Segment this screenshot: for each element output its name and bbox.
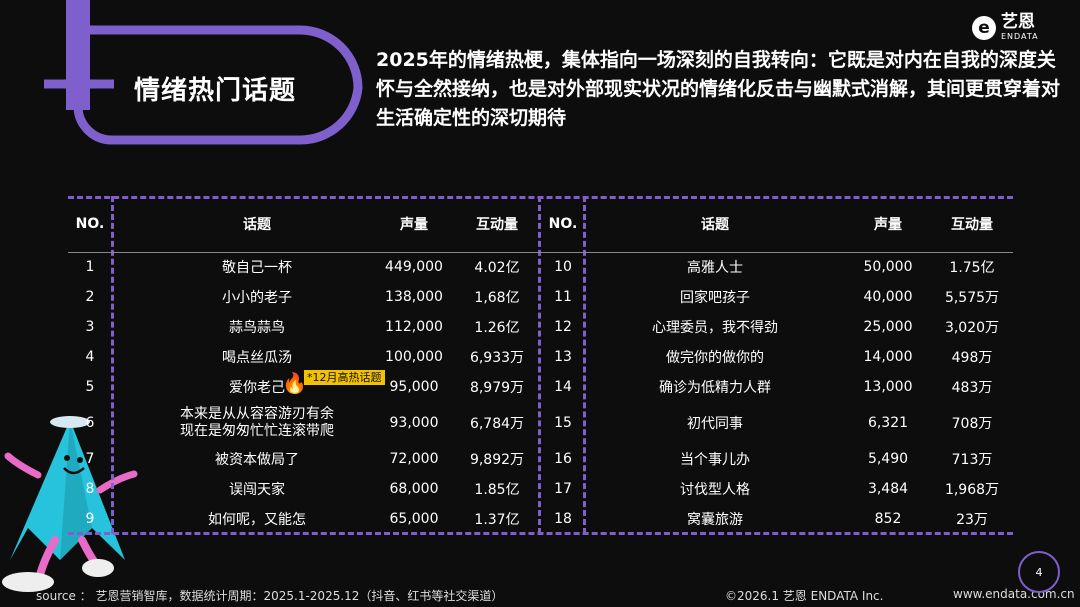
right-hdr-interact: 互动量 — [951, 217, 993, 233]
right-row-16-interact: 713万 — [951, 452, 993, 468]
right-hdr-volume: 声量 — [874, 217, 902, 233]
right-row-13-topic: 做完你的做你的 — [666, 350, 764, 366]
left-row-1-no: 1 — [85, 259, 95, 275]
right-row-10-no: 10 — [554, 259, 572, 275]
right-row-12-volume: 25,000 — [863, 319, 913, 335]
left-row-6-volume: 93,000 — [389, 415, 439, 431]
hot-topics-table: NO. 话题 声量 互动量 NO. 话题 声量 互动量 1 敬自己一杯 449,000 4.02亿 2 小… — [0, 196, 1080, 536]
left-row-8-interact: 1.85亿 — [474, 482, 520, 498]
left-row-5-interact: 8,979万 — [469, 380, 525, 396]
right-row-17-interact: 1,968万 — [944, 482, 1000, 498]
right-row-13-volume: 14,000 — [863, 349, 913, 365]
fire-icon: 🔥 — [282, 371, 307, 395]
right-row-14-no: 14 — [554, 379, 572, 395]
left-row-8-volume: 68,000 — [389, 481, 439, 497]
right-row-10-volume: 50,000 — [863, 259, 913, 275]
right-row-18-no: 18 — [554, 511, 572, 527]
right-row-14-interact: 483万 — [951, 380, 993, 396]
left-row-7-no: 7 — [85, 451, 95, 467]
right-row-15-no: 15 — [554, 415, 572, 431]
left-hdr-no: NO. — [75, 216, 105, 232]
left-row-2-no: 2 — [85, 289, 95, 305]
left-row-9-volume: 65,000 — [389, 511, 439, 527]
footer-url: www.endata.com.cn — [953, 587, 1075, 601]
right-row-13-interact: 498万 — [951, 350, 993, 366]
topic-line-2: 现在是匆匆忙忙连滚带爬 — [180, 423, 334, 439]
logo-en-text: ENDATA — [1001, 32, 1039, 41]
left-row-2-volume: 138,000 — [385, 289, 443, 305]
right-row-13-no: 13 — [554, 349, 572, 365]
title-frame-bar — [66, 0, 90, 110]
left-row-7-topic: 被资本做局了 — [215, 452, 299, 468]
left-row-2-interact: 1,68亿 — [474, 290, 520, 306]
hot-tag-label: *12月高热话题 — [304, 370, 385, 385]
logo-cn-text: 艺恩 — [1001, 12, 1035, 32]
right-row-14-topic: 确诊为低精力人群 — [659, 380, 771, 396]
right-row-15-interact: 708万 — [951, 416, 993, 432]
right-hdr-no: NO. — [548, 216, 578, 232]
left-row-3-volume: 112,000 — [385, 319, 443, 335]
right-row-18-topic: 窝囊旅游 — [687, 512, 743, 528]
left-hdr-interact: 互动量 — [476, 217, 518, 233]
left-row-6-interact: 6,784万 — [469, 416, 525, 432]
left-hdr-topic: 话题 — [243, 217, 271, 233]
right-row-15-topic: 初代同事 — [687, 416, 743, 432]
left-row-1-topic: 敬自己一杯 — [222, 260, 292, 276]
right-row-10-topic: 高雅人士 — [687, 260, 743, 276]
right-row-14-volume: 13,000 — [863, 379, 913, 395]
left-row-9-topic: 如何呢，又能怎 — [208, 512, 306, 528]
right-row-17-topic: 讨伐型人格 — [680, 482, 750, 498]
left-row-3-topic: 蒜鸟蒜鸟 — [229, 320, 285, 336]
brand-logo: e 艺恩 ENDATA — [972, 14, 1039, 41]
right-row-18-interact: 23万 — [956, 512, 988, 528]
right-row-16-topic: 当个事儿办 — [680, 452, 750, 468]
right-row-18-volume: 852 — [874, 511, 902, 527]
footer-copyright: ©2026.1 艺恩 ENDATA Inc. — [725, 589, 884, 603]
left-row-9-no: 9 — [85, 511, 95, 527]
hot-tag: *12月高热话题 — [304, 366, 385, 385]
left-row-4-interact: 6,933万 — [469, 350, 525, 366]
left-row-4-no: 4 — [85, 349, 95, 365]
section-title: 情绪热门话题 — [134, 76, 297, 106]
right-row-11-interact: 5,575万 — [944, 290, 1000, 306]
left-row-8-no: 8 — [85, 481, 95, 497]
right-row-17-volume: 3,484 — [867, 481, 909, 497]
left-row-2-topic: 小小的老子 — [222, 290, 292, 306]
left-row-6-topic: 本来是从从容容游刃有余 现在是匆匆忙忙连滚带爬 — [112, 402, 402, 444]
right-row-16-no: 16 — [554, 451, 572, 467]
right-row-12-interact: 3,020万 — [944, 320, 1000, 336]
right-row-10-interact: 1.75亿 — [949, 260, 995, 276]
left-row-1-volume: 449,000 — [385, 259, 443, 275]
page-number: 4 — [1018, 551, 1060, 593]
left-row-7-volume: 72,000 — [389, 451, 439, 467]
right-row-15-volume: 6,321 — [867, 415, 909, 431]
left-row-6-no: 6 — [85, 415, 95, 431]
footer-source: source ： 艺恩营销智库，数据统计周期：2025.1-2025.12（抖音… — [36, 589, 504, 603]
left-row-5-no: 5 — [85, 379, 95, 395]
topic-line-1: 本来是从从容容游刃有余 — [180, 406, 334, 422]
left-row-8-topic: 误闯天家 — [229, 482, 285, 498]
left-row-4-volume: 100,000 — [385, 349, 443, 365]
left-row-3-interact: 1.26亿 — [474, 320, 520, 336]
right-row-11-volume: 40,000 — [863, 289, 913, 305]
left-row-1-interact: 4.02亿 — [474, 260, 520, 276]
right-row-17-no: 17 — [554, 481, 572, 497]
left-hdr-volume: 声量 — [400, 217, 428, 233]
right-row-16-volume: 5,490 — [867, 451, 909, 467]
right-row-12-no: 12 — [554, 319, 572, 335]
e-logo-icon: e — [972, 15, 996, 40]
left-row-3-no: 3 — [85, 319, 95, 335]
left-row-5-volume: 95,000 — [389, 379, 439, 395]
right-row-11-no: 11 — [554, 289, 572, 305]
right-row-12-topic: 心理委员，我不得劲 — [652, 320, 778, 336]
left-row-9-interact: 1.37亿 — [474, 512, 520, 528]
headline-text: 2025年的情绪热梗，集体指向一场深刻的自我转向：它既是对内在自我的深度关怀与全… — [376, 49, 1061, 129]
right-row-11-topic: 回家吧孩子 — [680, 290, 750, 306]
right-hdr-topic: 话题 — [701, 217, 729, 233]
left-row-7-interact: 9,892万 — [469, 452, 525, 468]
